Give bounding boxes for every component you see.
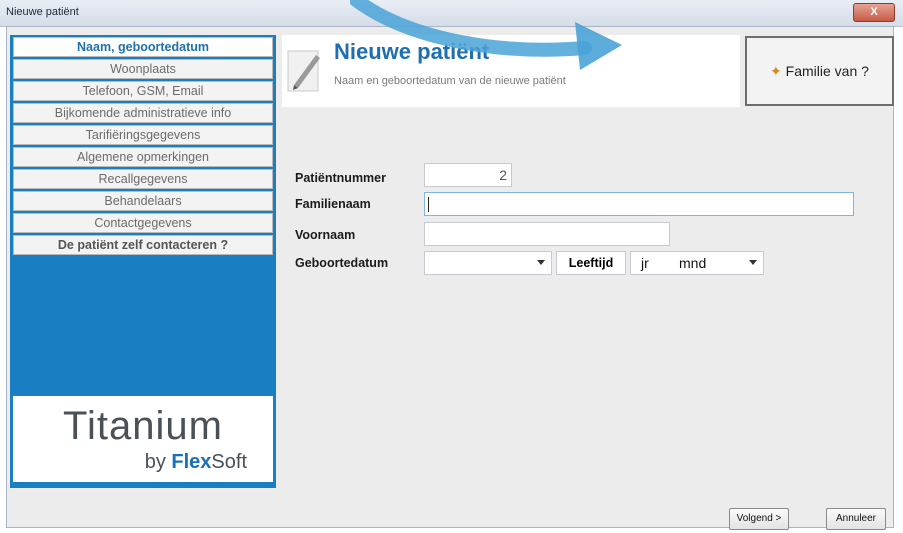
next-button[interactable]: Volgend > xyxy=(729,508,789,530)
nav-item-recall[interactable]: Recallgegevens xyxy=(13,169,273,189)
logo-main-text: Titanium xyxy=(63,404,223,448)
text-cursor xyxy=(428,197,429,212)
leeftijd-label: Leeftijd xyxy=(556,251,626,275)
window-title: Nieuwe patiënt xyxy=(6,6,79,18)
sidebar-nav: Naam, geboortedatum Woonplaats Telefoon,… xyxy=(13,37,273,257)
logo-by: by xyxy=(144,451,172,473)
logo-brand-soft: Soft xyxy=(211,451,247,473)
nav-item-behandelaars[interactable]: Behandelaars xyxy=(13,191,273,211)
voornaam-label: Voornaam xyxy=(295,228,356,242)
sidebar: Naam, geboortedatum Woonplaats Telefoon,… xyxy=(10,35,276,488)
chevron-down-icon xyxy=(749,260,757,265)
nav-item-tarifiering[interactable]: Tarifiëringsgegevens xyxy=(13,125,273,145)
familie-van-label: Familie van ? xyxy=(785,63,869,79)
patientnummer-field[interactable]: 2 xyxy=(424,163,512,187)
nav-item-contacteren[interactable]: De patiënt zelf contacteren ? xyxy=(13,235,273,255)
leeftijd-jr: jr xyxy=(641,255,649,271)
familie-van-button[interactable]: ✦ Familie van ? xyxy=(745,36,894,106)
chevron-down-icon xyxy=(537,260,545,265)
leeftijd-mnd: mnd xyxy=(679,255,707,271)
nav-item-woonplaats[interactable]: Woonplaats xyxy=(13,59,273,79)
nav-item-opmerkingen[interactable]: Algemene opmerkingen xyxy=(13,147,273,167)
nav-item-naam-geboortedatum[interactable]: Naam, geboortedatum xyxy=(13,37,273,57)
familienaam-input[interactable] xyxy=(424,192,854,216)
logo-brand-flex: Flex xyxy=(171,451,212,473)
patientnummer-label: Patiëntnummer xyxy=(295,171,386,185)
nav-item-administratieve-info[interactable]: Bijkomende administratieve info xyxy=(13,103,273,123)
familienaam-label: Familienaam xyxy=(295,197,371,211)
logo-byline: by FlexSoft xyxy=(145,451,247,474)
annotation-arrow-icon xyxy=(350,0,622,70)
cancel-button[interactable]: Annuleer xyxy=(826,508,886,530)
voornaam-input[interactable] xyxy=(424,222,670,246)
pen-icon xyxy=(287,50,320,92)
leeftijd-dropdown[interactable]: jr mnd xyxy=(630,251,764,275)
geboortedatum-dropdown[interactable] xyxy=(424,251,552,275)
family-icon: ✦ xyxy=(770,63,782,79)
nav-item-contactgegevens[interactable]: Contactgegevens xyxy=(13,213,273,233)
nav-item-telefoon[interactable]: Telefoon, GSM, Email xyxy=(13,81,273,101)
titanium-logo: Titanium by FlexSoft xyxy=(13,396,273,482)
close-button[interactable]: X xyxy=(853,3,895,22)
geboortedatum-label: Geboortedatum xyxy=(295,256,389,270)
